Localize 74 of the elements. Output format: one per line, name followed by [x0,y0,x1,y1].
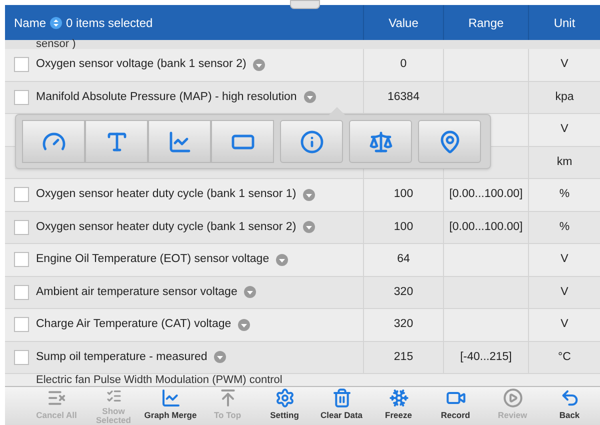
name-header[interactable]: Name [14,14,46,32]
row-name: Sump oil temperature - measured [36,350,208,365]
dropdown-icon[interactable] [244,286,256,298]
dropdown-icon[interactable] [276,254,288,266]
range-cell-text: [0.00...100.00] [449,220,523,235]
unit-cell-text: kpa [555,90,574,105]
popup-button[interactable] [211,120,274,163]
checkbox[interactable] [14,317,29,332]
toolbar-button[interactable]: Graph Merge [142,387,199,425]
popup-button[interactable] [349,120,412,163]
drag-handle[interactable] [290,0,320,9]
unit-cell-text: V [560,122,568,138]
row-name: Electric fan Pulse Width Modulation (PWM) control [36,374,282,386]
value-cell-text: 16384 [388,90,420,105]
unit-cell-text: % [559,220,570,235]
settings-icon [274,388,294,408]
line-chart-icon [168,130,192,154]
value-cell-text: 215 [394,350,414,365]
value-cell-text: 100 [394,187,414,202]
value-cell-text: 64 [397,252,410,268]
snowflake-icon [388,388,408,408]
checkbox[interactable] [14,90,29,105]
row-name: Manifold Absolute Pressure (MAP) - high resolution [36,90,297,105]
dropdown-icon[interactable] [238,318,250,331]
checkbox[interactable] [14,284,29,300]
checkbox[interactable] [14,57,29,72]
unit-cell-text: V [560,317,568,332]
play-icon [502,388,522,408]
value-cell-text: 320 [394,284,414,300]
dropdown-icon[interactable] [303,188,316,201]
line-chart-icon [160,388,180,408]
toolbar-button[interactable]: Clear Data [313,387,370,425]
unit-cell-text: V [560,252,568,268]
back-arrow-icon [560,388,580,408]
row-name: Ambient air temperature sensor voltage [36,284,238,300]
row-name: Oxygen sensor heater duty cycle (bank 1 sensor 2) [36,220,296,235]
sort-icon[interactable] [50,16,62,28]
unit-cell-text: km [556,154,572,170]
checkbox[interactable] [14,252,29,268]
toolbar-button[interactable]: Record [427,387,484,425]
info-icon [300,130,324,154]
toolbar-button[interactable]: Setting [256,387,313,425]
checkbox[interactable] [14,350,29,365]
dropdown-icon[interactable] [214,351,226,364]
row-name: Oxygen sensor voltage (bank 1 sensor 2) [36,57,246,72]
popup-button[interactable] [22,120,85,163]
dropdown-icon[interactable] [303,221,316,234]
popup-button[interactable] [418,120,481,163]
unit-cell-text: V [560,57,568,72]
unit-cell-text: % [559,187,570,202]
checkbox[interactable] [14,187,29,202]
range-cell-text: [-40...215] [460,350,512,365]
dropdown-icon[interactable] [304,91,316,104]
row-name: Engine Oil Temperature (EOT) sensor voltage [36,252,270,268]
popup-button[interactable] [148,120,211,163]
value-cell-text: 320 [394,317,414,332]
row-name: Oxygen sensor heater duty cycle (bank 1 sensor 1) [36,187,296,202]
list-x-icon [46,388,66,408]
toolbar-button[interactable]: Back [541,387,598,425]
range-cell-text: [0.00...100.00] [449,187,523,202]
trash-icon [332,388,352,408]
row-name: Charge Air Temperature (CAT) voltage [36,317,232,332]
value-cell-text: 100 [394,220,414,235]
popup-button[interactable] [85,120,148,163]
dropdown-icon[interactable] [253,58,266,71]
value-cell-text: 0 [400,57,407,72]
checkbox[interactable] [14,220,29,235]
selection-count: 0 items selected [66,14,153,32]
row-name: sensor ) [36,38,76,50]
popup-button[interactable] [280,120,343,163]
scale-icon [368,130,392,154]
unit-cell-text: °C [558,350,571,365]
toolbar-button[interactable]: Freeze [370,387,427,425]
unit-cell-text: V [560,284,568,300]
